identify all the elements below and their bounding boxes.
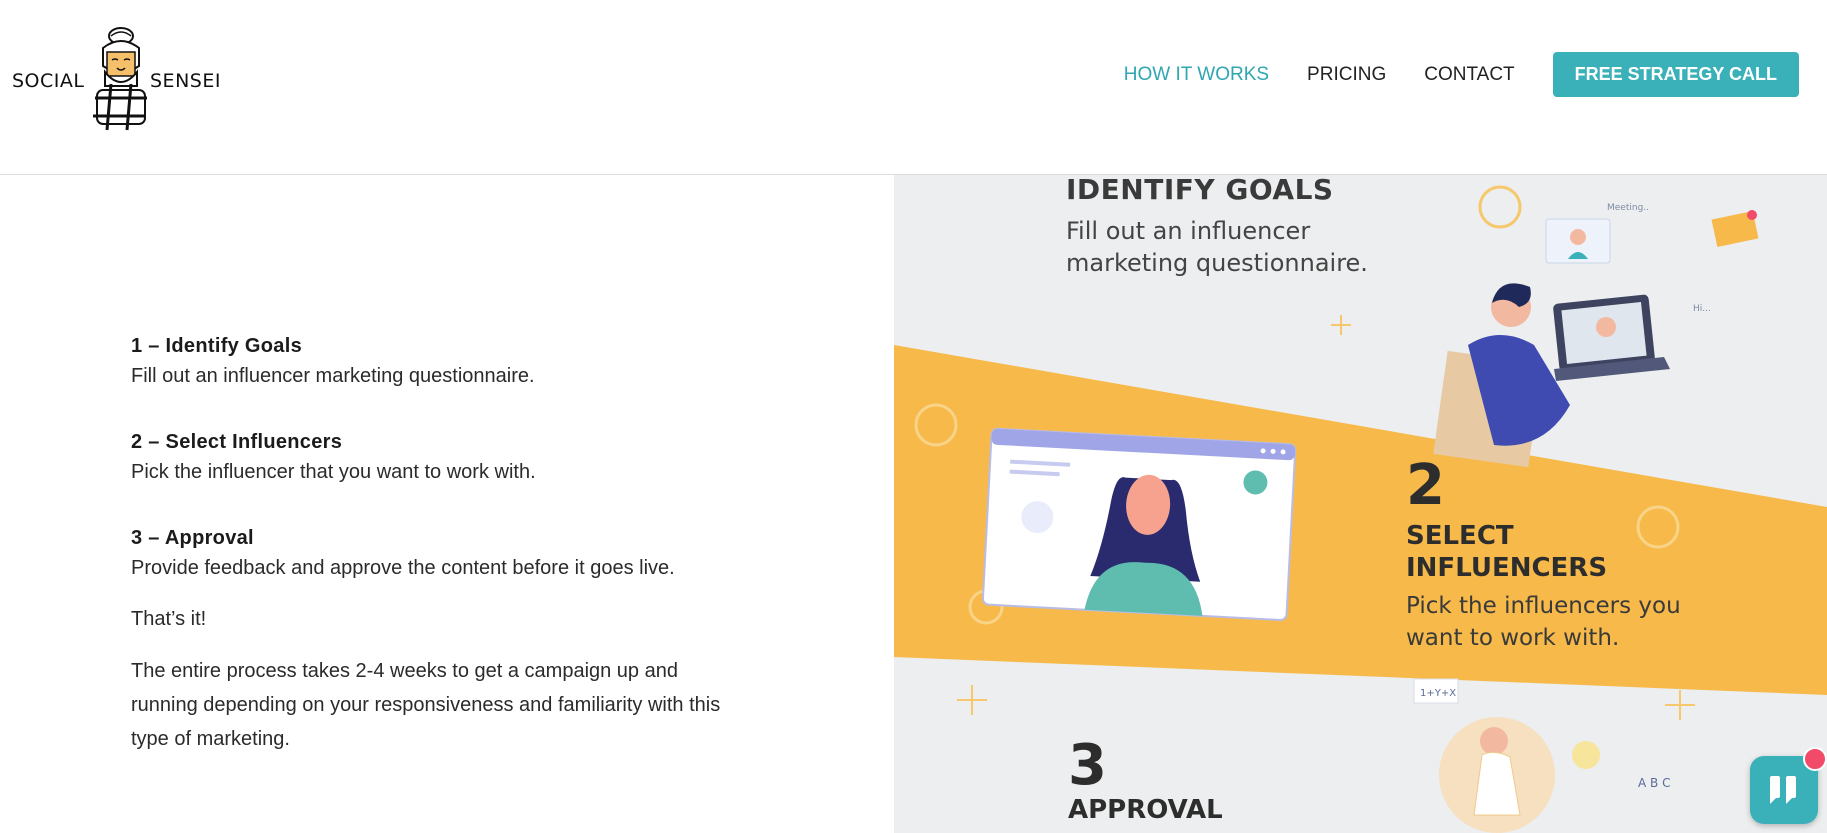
step-2: 2 – Select Influencers Pick the influenc… [131, 428, 721, 488]
ig-step2-line2: want to work with. [1406, 625, 1620, 651]
step-3: 3 – Approval Provide feedback and approv… [131, 524, 721, 584]
ig-step2-title1: SELECT [1406, 521, 1514, 551]
board-text: 1+Y+X [1420, 688, 1456, 699]
notification-dot [1803, 747, 1827, 771]
brand-word-right: SENSEI [150, 70, 221, 92]
nav-how-it-works[interactable]: HOW IT WORKS [1124, 64, 1269, 86]
step-description: Fill out an influencer marketing questio… [131, 365, 535, 387]
ig-step3-number: 3 [1068, 733, 1107, 798]
step-title: 1 – Identify Goals [131, 335, 303, 357]
how-it-works-content: 1 – Identify Goals Fill out an influence… [131, 332, 721, 774]
sensei-hashtag-logo-icon [93, 27, 147, 131]
step-1: 1 – Identify Goals Fill out an influence… [131, 332, 721, 392]
step-description: Pick the influencer that you want to wor… [131, 461, 536, 483]
site-header: SOCIAL SENSEI HOW IT WORKS PRICING CONTA… [0, 0, 1827, 175]
ig-step2-line1: Pick the influencers you [1406, 593, 1681, 619]
ig-step1-line1: Fill out an influencer [1066, 217, 1311, 245]
screen-caption: Hi... [1693, 304, 1711, 314]
floating-letters: A B C [1638, 776, 1670, 790]
nav-contact[interactable]: CONTACT [1424, 64, 1514, 86]
ig-step2-number: 2 [1406, 453, 1445, 518]
free-strategy-call-button[interactable]: FREE STRATEGY CALL [1552, 52, 1799, 97]
main-nav: HOW IT WORKS PRICING CONTACT FREE STRATE… [1086, 52, 1799, 97]
process-infographic: Meeting.. Hi... 1+Y+X A B C IDENTIFY GOA… [894, 175, 1827, 833]
brand-logo[interactable]: SOCIAL SENSEI [12, 26, 232, 132]
nav-pricing[interactable]: PRICING [1307, 64, 1386, 86]
screen-caption: Meeting.. [1607, 203, 1649, 213]
step-title: 3 – Approval [131, 527, 254, 549]
step-description: Provide feedback and approve the content… [131, 557, 675, 579]
brand-word-left: SOCIAL [12, 70, 85, 92]
ig-step1-line2: marketing questionnaire. [1066, 249, 1368, 277]
process-duration-text: The entire process takes 2-4 weeks to ge… [131, 660, 721, 750]
ig-step2-title2: INFLUENCERS [1406, 553, 1608, 583]
ig-step1-title: IDENTIFY GOALS [1066, 175, 1334, 206]
thats-it-text: That’s it! [131, 608, 207, 630]
step-title: 2 – Select Influencers [131, 431, 343, 453]
ig-step3-title: APPROVAL [1068, 795, 1223, 825]
